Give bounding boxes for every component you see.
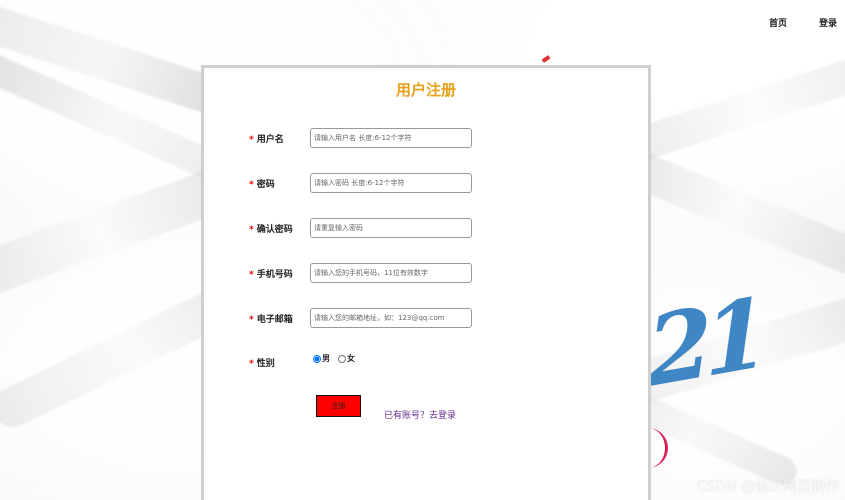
gender-radio-male[interactable] [313,354,321,363]
nav-login-link[interactable]: 登录 [819,16,837,29]
confirm-password-input[interactable] [310,218,472,238]
email-input[interactable] [310,308,472,328]
email-label-text: 电子邮箱 [256,315,293,325]
confirm-password-label: * 确认密码 [249,222,293,235]
required-mark: * [249,315,254,325]
gender-row: * 性别 男 女 [249,352,489,374]
decorative-number: 21 [638,275,768,412]
registration-panel: 用户注册 *用户名 *密码 *确认密码 *手机号码 *电子邮箱 *性别 [201,65,651,500]
phone-label-text: 手机号码 [256,270,293,280]
confirm-password-label-text: 确认密码 [256,225,293,235]
gender-radio-female[interactable] [338,354,346,363]
watermark-text: CSDN @仙女网页制作 [696,479,839,495]
go-login-link[interactable]: 已有账号？去登录 [384,408,456,421]
email-label: * 电子邮箱 [249,312,293,325]
confirm-password-row: * 确认密码 [249,218,489,240]
required-mark: * [249,270,254,280]
username-input[interactable] [310,128,472,148]
required-mark: * [249,180,254,190]
gender-label: * 性别 [249,356,275,369]
gender-option-female-label: 女 [347,354,355,363]
top-navigation: 首页 登录 [769,16,837,29]
gender-option-female[interactable]: 女 [338,353,355,364]
gender-label-text: 性别 [256,359,275,369]
username-label-text: 用户名 [256,135,284,145]
required-mark: * [249,135,254,145]
username-row: * 用户名 [249,128,489,150]
gender-option-male-label: 男 [322,354,330,363]
phone-row: * 手机号码 [249,263,489,285]
gender-option-male[interactable]: 男 [313,353,330,364]
phone-label: * 手机号码 [249,267,293,280]
required-mark: * [249,359,254,369]
password-row: * 密码 [249,173,489,195]
phone-input[interactable] [310,263,472,283]
password-input[interactable] [310,173,472,193]
nav-home-link[interactable]: 首页 [769,16,787,29]
password-label-text: 密码 [256,180,275,190]
register-button[interactable]: 注册 [316,395,361,417]
username-label: * 用户名 [249,132,284,145]
background-wave [626,50,845,164]
gender-options: 男 女 [313,353,355,364]
password-label: * 密码 [249,177,275,190]
page-title: 用户注册 [395,81,456,99]
required-mark: * [249,225,254,235]
email-row: * 电子邮箱 [249,308,489,330]
